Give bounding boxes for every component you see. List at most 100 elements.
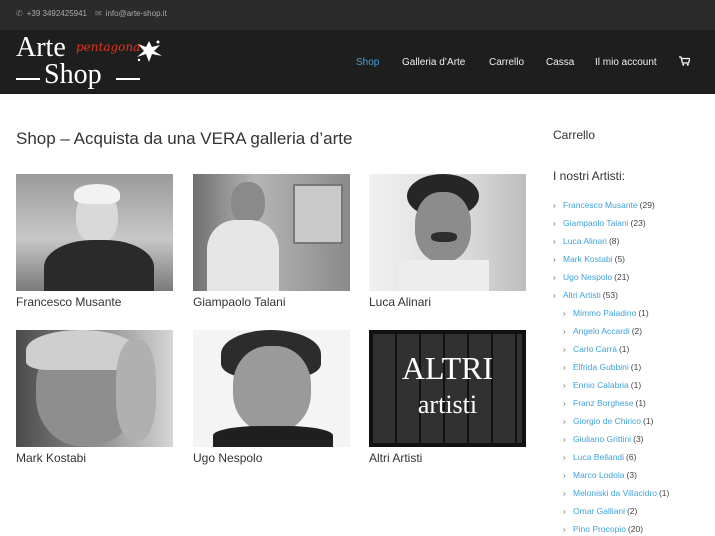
artist-card-nespolo[interactable]: Ugo Nespolo <box>193 330 350 465</box>
category-count: (1) <box>630 380 642 390</box>
chevron-right-icon: › <box>563 434 566 444</box>
list-item: › Giampaolo Talani (23) <box>553 214 713 232</box>
category-count: (3) <box>626 470 637 480</box>
category-count: (6) <box>626 452 637 462</box>
artist-name[interactable]: Giampaolo Talani <box>193 295 350 309</box>
cart-icon[interactable] <box>679 56 690 66</box>
artist-name[interactable]: Francesco Musante <box>16 295 173 309</box>
category-link[interactable]: Giampaolo Talani <box>563 218 629 228</box>
list-item: › Mark Kostabi (5) <box>553 250 713 268</box>
phone-contact[interactable]: ✆ +39 3492425941 <box>16 9 87 18</box>
list-item: › Ugo Nespolo (21) <box>553 268 713 286</box>
chevron-right-icon: › <box>553 272 556 282</box>
category-count: (2) <box>631 326 643 336</box>
artist-name[interactable]: Altri Artisti <box>369 451 526 465</box>
chevron-right-icon: › <box>563 416 566 426</box>
category-count: (1) <box>658 488 670 498</box>
list-item: › Francesco Musante (29) <box>553 196 713 214</box>
artist-photo[interactable] <box>16 174 173 291</box>
category-count: (23) <box>630 218 646 228</box>
sidebar-cart-title: Carrello <box>553 128 596 142</box>
category-count: (29) <box>639 200 655 210</box>
artist-card-kostabi[interactable]: Mark Kostabi <box>16 330 173 465</box>
category-count: (21) <box>614 272 630 282</box>
site-logo[interactable]: Arte pentagona Shop <box>16 34 166 90</box>
category-count: (1) <box>643 416 654 426</box>
artist-photo[interactable] <box>369 174 526 291</box>
artist-name[interactable]: Luca Alinari <box>369 295 526 309</box>
subcategory-link[interactable]: Giuliano Grittini <box>573 434 631 444</box>
category-link[interactable]: Altri Artisti <box>563 290 601 300</box>
chevron-right-icon: › <box>563 308 566 318</box>
artist-card-alinari[interactable]: Luca Alinari <box>369 174 526 309</box>
chevron-right-icon: › <box>563 398 566 408</box>
phone-number[interactable]: +39 3492425941 <box>27 9 87 18</box>
artist-card-talani[interactable]: Giampaolo Talani <box>193 174 350 309</box>
phone-icon: ✆ <box>16 9 23 18</box>
logo-pentagona: pentagona <box>76 40 141 54</box>
logo-dash-right <box>116 78 140 80</box>
chevron-right-icon: › <box>563 470 566 480</box>
sidebar-artists-title: I nostri Artisti: <box>553 169 626 183</box>
category-count: (1) <box>630 362 642 372</box>
category-link[interactable]: Ugo Nespolo <box>563 272 612 282</box>
artist-card-musante[interactable]: Francesco Musante <box>16 174 173 309</box>
chevron-right-icon: › <box>553 218 556 228</box>
category-link[interactable]: Mark Kostabi <box>563 254 613 264</box>
subcategory-link[interactable]: Franz Borghese <box>573 398 633 408</box>
category-link[interactable]: Francesco Musante <box>563 200 638 210</box>
list-item: › Luca Alinari (8) <box>553 232 713 250</box>
subcategory-link[interactable]: Elfrida Gubbini <box>573 362 629 372</box>
list-item: › Marco Lodola (3) <box>553 466 713 484</box>
artist-name[interactable]: Ugo Nespolo <box>193 451 350 465</box>
chevron-down-icon: › <box>553 290 556 300</box>
nav-cassa[interactable]: Cassa <box>546 57 574 68</box>
list-item: › Altri Artisti (53) <box>553 286 713 304</box>
list-item: › Franz Borghese (1) <box>553 394 713 412</box>
subcategory-link[interactable]: Mimmo Paladino <box>573 308 636 318</box>
artist-photo[interactable] <box>193 330 350 447</box>
subcategory-link[interactable]: Carlo Carrà <box>573 344 617 354</box>
page-title: Shop – Acquista da una VERA galleria d’a… <box>16 129 353 148</box>
chevron-right-icon: › <box>563 362 566 372</box>
subcategory-link[interactable]: Pino Procopio <box>573 524 626 534</box>
altri-artisti-image[interactable]: ALTRI artisti <box>369 330 526 447</box>
chevron-right-icon: › <box>563 380 566 390</box>
list-item: › Meloniski da Villacidro (1) <box>553 484 713 502</box>
list-item: › Luca Bellandi (6) <box>553 448 713 466</box>
subcategory-link[interactable]: Marco Lodola <box>573 470 625 480</box>
top-bar: ✆ +39 3492425941 ✉ info@arte-shop.it <box>0 0 715 30</box>
nav-shop[interactable]: Shop <box>356 57 379 68</box>
category-count: (5) <box>614 254 625 264</box>
category-count: (2) <box>626 506 638 516</box>
nav-carrello[interactable]: Carrello <box>489 57 524 68</box>
artist-name[interactable]: Mark Kostabi <box>16 451 173 465</box>
subcategory-link[interactable]: Ennio Calabria <box>573 380 629 390</box>
email-contact[interactable]: ✉ info@arte-shop.it <box>95 9 167 18</box>
chevron-right-icon: › <box>563 326 566 336</box>
nav-galleria[interactable]: Galleria d’Arte <box>402 57 465 68</box>
paint-splash-icon <box>137 40 162 62</box>
subcategory-link[interactable]: Omar Galliani <box>573 506 625 516</box>
list-item: › Giorgio de Chirico (1) <box>553 412 713 430</box>
email-address[interactable]: info@arte-shop.it <box>106 9 167 18</box>
altri-image-line2: artisti <box>417 390 478 419</box>
subcategory-link[interactable]: Luca Bellandi <box>573 452 624 462</box>
artist-card-altri[interactable]: ALTRI artisti Altri Artisti <box>369 330 526 465</box>
list-item: › Elfrida Gubbini (1) <box>553 358 713 376</box>
subcategory-link[interactable]: Giorgio de Chirico <box>573 416 641 426</box>
artist-photo[interactable] <box>16 330 173 447</box>
subcategory-link[interactable]: Angelo Accardi <box>573 326 630 336</box>
category-link[interactable]: Luca Alinari <box>563 236 607 246</box>
nav-account[interactable]: Il mio account <box>595 57 657 68</box>
list-item: › Pino Procopio (20) <box>553 520 713 536</box>
altri-image-line1: ALTRI <box>401 350 494 386</box>
chevron-right-icon: › <box>563 506 566 516</box>
chevron-right-icon: › <box>563 344 566 354</box>
subcategory-link[interactable]: Meloniski da Villacidro <box>573 488 657 498</box>
list-item: › Mimmo Paladino (1) <box>553 304 713 322</box>
chevron-right-icon: › <box>563 488 566 498</box>
chevron-right-icon: › <box>563 452 566 462</box>
artist-photo[interactable] <box>193 174 350 291</box>
list-item: › Omar Galliani (2) <box>553 502 713 520</box>
